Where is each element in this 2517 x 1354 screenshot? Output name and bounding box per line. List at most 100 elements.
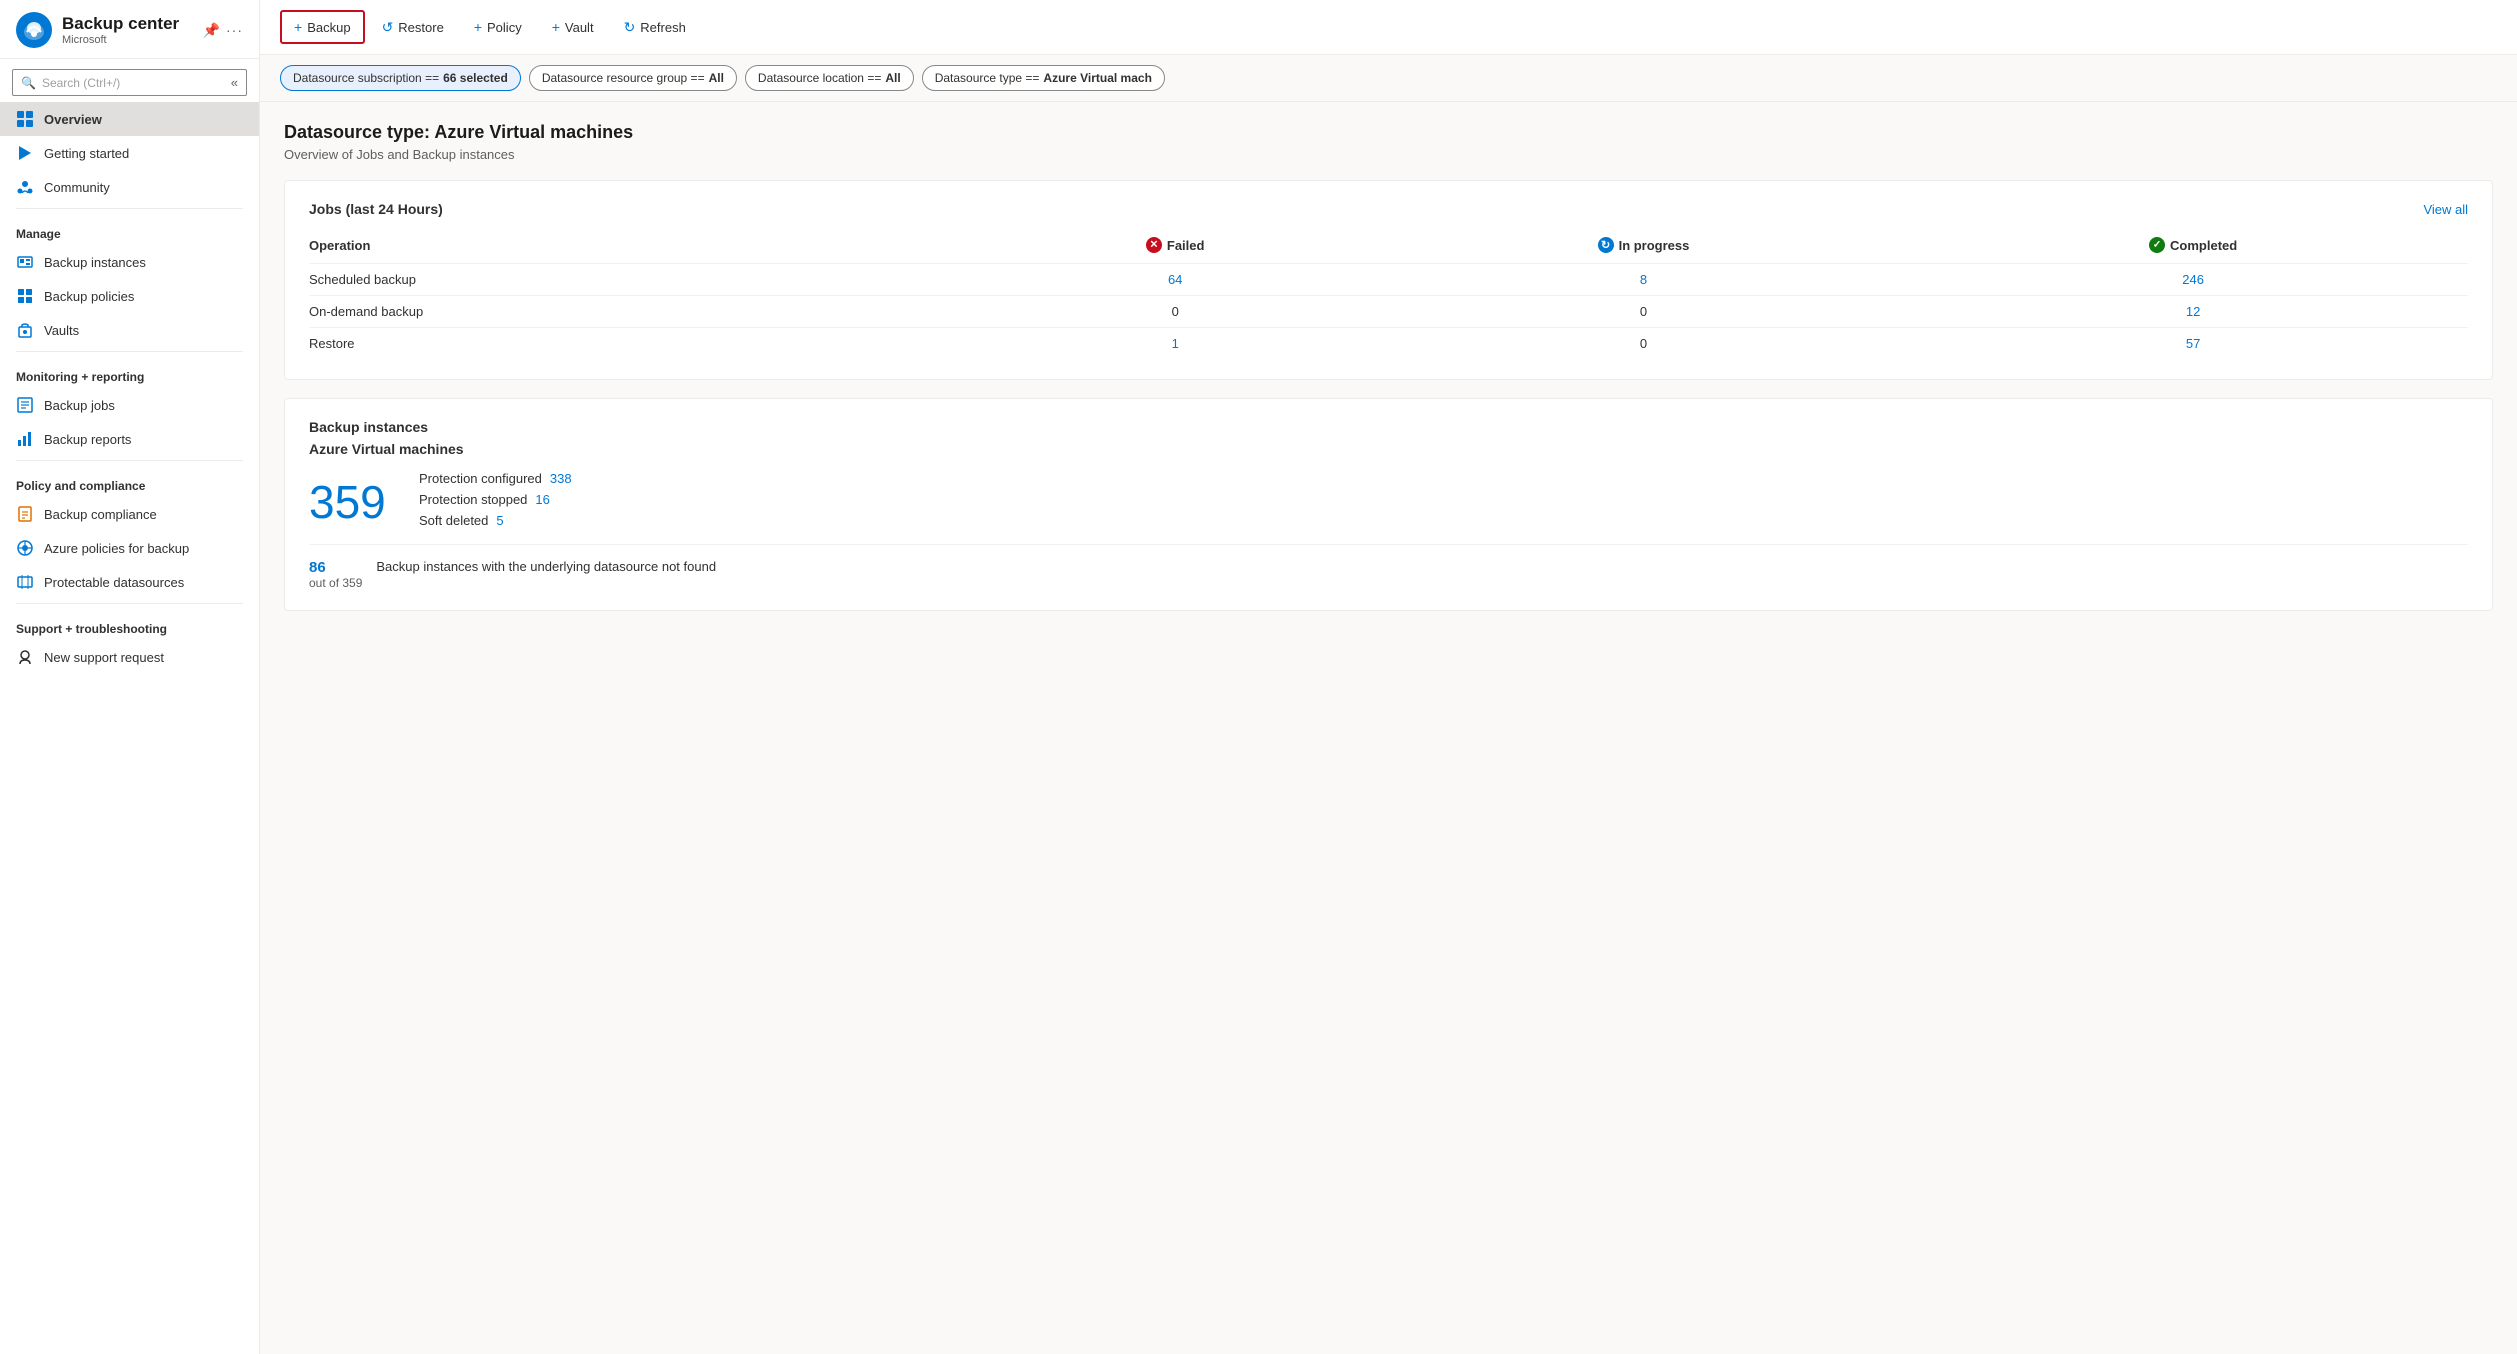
app-subtitle: Microsoft	[62, 34, 179, 46]
completed-link[interactable]: 246	[2182, 272, 2204, 287]
job-inprogress-cell[interactable]: 8	[1369, 264, 1929, 296]
detail-value[interactable]: 338	[550, 471, 572, 486]
failed-link[interactable]: 64	[1168, 272, 1182, 287]
backup-label: Backup	[307, 20, 350, 35]
sidebar-item-new-support[interactable]: New support request	[0, 640, 259, 674]
search-icon: 🔍	[21, 76, 36, 90]
policy-plus-icon: +	[474, 19, 482, 35]
page-subtitle: Overview of Jobs and Backup instances	[284, 147, 2493, 162]
instances-layout: 359 Protection configured 338 Protection s…	[309, 471, 2468, 528]
completed-link[interactable]: 57	[2186, 336, 2200, 351]
job-inprogress-cell: 0	[1369, 328, 1929, 360]
policy-label: Policy	[487, 20, 522, 35]
sidebar-item-vaults[interactable]: Vaults	[0, 313, 259, 347]
instances-bottom-num[interactable]: 86	[309, 559, 362, 576]
sidebar-item-backup-reports[interactable]: Backup reports	[0, 422, 259, 456]
job-completed-cell[interactable]: 57	[1928, 328, 2468, 360]
detail-label: Protection stopped	[419, 492, 527, 507]
restore-icon: ↺	[382, 19, 394, 36]
col-inprogress: In progress	[1369, 231, 1929, 264]
job-completed-cell[interactable]: 246	[1928, 264, 2468, 296]
filter-loc-value: All	[885, 71, 900, 85]
app-title: Backup center	[62, 14, 179, 34]
filter-rg-prefix: Datasource resource group ==	[542, 71, 705, 85]
refresh-icon: ↻	[624, 19, 636, 36]
new-support-icon	[16, 648, 34, 666]
jobs-card-header: Jobs (last 24 Hours) View all	[309, 201, 2468, 217]
backup-instances-label: Backup instances	[44, 255, 146, 270]
view-all-link[interactable]: View all	[2423, 202, 2468, 217]
backup-compliance-icon	[16, 505, 34, 523]
azure-policies-icon	[16, 539, 34, 557]
detail-value[interactable]: 5	[496, 513, 503, 528]
backup-vm-title: Azure Virtual machines	[309, 441, 2468, 457]
job-operation-cell: On-demand backup	[309, 296, 992, 328]
filter-subscription-value: 66 selected	[443, 71, 508, 85]
detail-label: Protection configured	[419, 471, 542, 486]
pin-icon[interactable]: 📌	[203, 22, 220, 39]
instances-bottom-left: 86 out of 359	[309, 559, 362, 590]
jobs-table: Operation Failed In progress	[309, 231, 2468, 359]
overview-label: Overview	[44, 112, 102, 127]
sidebar-item-protectable-datasources[interactable]: Protectable datasources	[0, 565, 259, 599]
job-operation-cell: Scheduled backup	[309, 264, 992, 296]
jobs-card: Jobs (last 24 Hours) View all Operation …	[284, 180, 2493, 380]
vault-button[interactable]: + Vault	[539, 11, 607, 43]
sidebar-item-azure-policies[interactable]: Azure policies for backup	[0, 531, 259, 565]
search-placeholder: Search (Ctrl+/)	[42, 76, 120, 90]
job-failed-cell[interactable]: 64	[992, 264, 1369, 296]
protectable-datasources-icon	[16, 573, 34, 591]
detail-row: Protection configured 338	[419, 471, 572, 486]
sidebar-item-backup-jobs[interactable]: Backup jobs	[0, 388, 259, 422]
detail-label: Soft deleted	[419, 513, 488, 528]
failed-link[interactable]: 1	[1172, 336, 1179, 351]
manage-section-label: Manage	[0, 213, 259, 245]
refresh-button[interactable]: ↻ Refresh	[611, 11, 699, 44]
filter-rg-value: All	[709, 71, 724, 85]
backup-compliance-label: Backup compliance	[44, 507, 157, 522]
restore-label: Restore	[398, 20, 444, 35]
filter-type[interactable]: Datasource type == Azure Virtual mach	[922, 65, 1165, 91]
restore-button[interactable]: ↺ Restore	[369, 11, 457, 44]
vault-label: Vault	[565, 20, 594, 35]
nav-divider-1	[16, 208, 243, 209]
backup-button[interactable]: + Backup	[280, 10, 365, 44]
collapse-button[interactable]: «	[231, 75, 238, 90]
backup-policies-icon	[16, 287, 34, 305]
sidebar-header: Backup center Microsoft 📌 ···	[0, 0, 259, 59]
sidebar-item-getting-started[interactable]: Getting started	[0, 136, 259, 170]
content-area: Datasource type: Azure Virtual machines …	[260, 102, 2517, 1354]
policy-button[interactable]: + Policy	[461, 11, 535, 43]
azure-policies-label: Azure policies for backup	[44, 541, 189, 556]
search-box[interactable]: 🔍 Search (Ctrl+/) «	[12, 69, 247, 96]
backup-instances-card: Backup instances Azure Virtual machines …	[284, 398, 2493, 611]
community-icon	[16, 178, 34, 196]
filter-type-prefix: Datasource type ==	[935, 71, 1040, 85]
filter-type-value: Azure Virtual mach	[1043, 71, 1151, 85]
nav-divider-3	[16, 460, 243, 461]
sidebar-item-community[interactable]: Community	[0, 170, 259, 204]
backup-reports-icon	[16, 430, 34, 448]
vaults-icon	[16, 321, 34, 339]
detail-value[interactable]: 16	[535, 492, 549, 507]
filter-resource-group[interactable]: Datasource resource group == All	[529, 65, 737, 91]
inprogress-link[interactable]: 8	[1640, 272, 1647, 287]
filter-loc-prefix: Datasource location ==	[758, 71, 881, 85]
sidebar-item-backup-instances[interactable]: Backup instances	[0, 245, 259, 279]
completed-link[interactable]: 12	[2186, 304, 2200, 319]
job-completed-cell[interactable]: 12	[1928, 296, 2468, 328]
protectable-datasources-label: Protectable datasources	[44, 575, 184, 590]
sidebar-item-overview[interactable]: Overview	[0, 102, 259, 136]
more-icon[interactable]: ···	[226, 22, 243, 39]
instances-total[interactable]: 359	[309, 479, 389, 525]
sidebar-item-backup-policies[interactable]: Backup policies	[0, 279, 259, 313]
backup-policies-label: Backup policies	[44, 289, 134, 304]
sidebar-item-backup-compliance[interactable]: Backup compliance	[0, 497, 259, 531]
job-failed-cell[interactable]: 1	[992, 328, 1369, 360]
instances-bottom: 86 out of 359 Backup instances with the …	[309, 544, 2468, 590]
inprogress-status-icon	[1598, 237, 1614, 253]
filter-subscription[interactable]: Datasource subscription == 66 selected	[280, 65, 521, 91]
filter-subscription-prefix: Datasource subscription ==	[293, 71, 439, 85]
col-failed: Failed	[992, 231, 1369, 264]
filter-location[interactable]: Datasource location == All	[745, 65, 914, 91]
